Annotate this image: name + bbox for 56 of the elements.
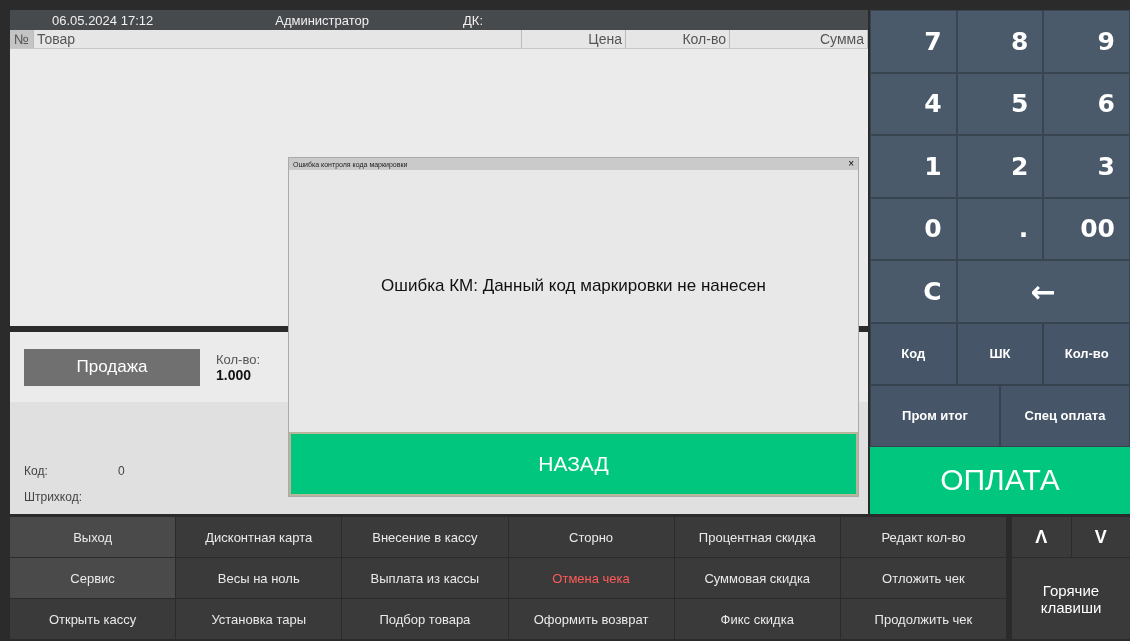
- keypad-key[interactable]: 4: [870, 72, 957, 135]
- discount-card-label: ДК:: [463, 12, 483, 28]
- function-button[interactable]: Дисконтная карта: [176, 517, 342, 557]
- function-button[interactable]: Выход: [10, 517, 176, 557]
- function-button[interactable]: Сервис: [10, 558, 176, 598]
- keypad-key[interactable]: 8: [956, 10, 1044, 73]
- keypad-key[interactable]: 9: [1043, 10, 1130, 73]
- error-message: Ошибка КМ: Данный код маркировки не нанесен: [381, 276, 766, 296]
- scroll-button[interactable]: V: [1071, 517, 1130, 558]
- keypad-key[interactable]: 0: [870, 197, 957, 260]
- keypad-key[interactable]: 6: [1043, 72, 1130, 135]
- barcode-label: Штрихкод:: [24, 490, 82, 504]
- sale-mode-button[interactable]: Продажа: [24, 348, 200, 386]
- date-time: 06.05.2024 17:12: [52, 12, 154, 28]
- function-button[interactable]: Весы на ноль: [176, 558, 342, 598]
- column-header: Кол-во: [626, 30, 730, 48]
- function-button[interactable]: Отложить чек: [840, 558, 1006, 598]
- code-label: Код:: [24, 464, 49, 478]
- function-button[interactable]: Открыть кассу: [10, 599, 176, 639]
- keypad-key[interactable]: 00: [1043, 197, 1130, 260]
- function-button[interactable]: Процентная скидка: [674, 517, 840, 557]
- column-header: Товар: [34, 30, 522, 48]
- keypad-key[interactable]: ←: [956, 260, 1130, 323]
- keypad-key[interactable]: 3: [1043, 135, 1130, 198]
- column-header: №: [10, 30, 34, 48]
- function-button[interactable]: Отмена чека: [508, 558, 674, 598]
- keypad-key[interactable]: 7: [870, 10, 957, 73]
- quantity-label: Кол-во:: [216, 351, 261, 367]
- column-header: Цена: [522, 30, 626, 48]
- user-name: Администратор: [275, 12, 369, 28]
- keypad-key[interactable]: 5: [956, 72, 1044, 135]
- input-mode-button[interactable]: Код: [870, 322, 957, 385]
- code-value: 0: [118, 464, 125, 478]
- function-button[interactable]: Продолжить чек: [840, 599, 1006, 639]
- keypad-key[interactable]: .: [956, 197, 1044, 260]
- quantity-value: 1.000: [216, 366, 253, 383]
- function-button[interactable]: Суммовая скидка: [674, 558, 840, 598]
- scroll-button[interactable]: Λ: [1012, 517, 1071, 558]
- function-button[interactable]: Сторно: [508, 517, 674, 557]
- keypad-key[interactable]: 2: [956, 135, 1044, 198]
- column-header: Сумма: [730, 30, 868, 48]
- function-button[interactable]: Оформить возврат: [508, 599, 674, 639]
- total-button[interactable]: Спец оплата: [1000, 384, 1130, 447]
- function-button[interactable]: Установка тары: [176, 599, 342, 639]
- keypad-key[interactable]: C: [870, 260, 957, 323]
- total-button[interactable]: Пром итог: [870, 384, 1000, 447]
- input-mode-button[interactable]: Кол-во: [1043, 322, 1130, 385]
- input-mode-button[interactable]: ШК: [956, 322, 1044, 385]
- function-button[interactable]: Внесение в кассу: [342, 517, 508, 557]
- function-button[interactable]: Фикс скидка: [674, 599, 840, 639]
- close-button[interactable]: ×: [848, 159, 854, 169]
- hotkeys-button[interactable]: Горячие клавиши: [1012, 558, 1130, 639]
- keypad-key[interactable]: 1: [870, 135, 957, 198]
- function-button[interactable]: Редакт кол-во: [840, 517, 1006, 557]
- function-button[interactable]: Подбор товара: [342, 599, 508, 639]
- function-button[interactable]: Выплата из кассы: [342, 558, 508, 598]
